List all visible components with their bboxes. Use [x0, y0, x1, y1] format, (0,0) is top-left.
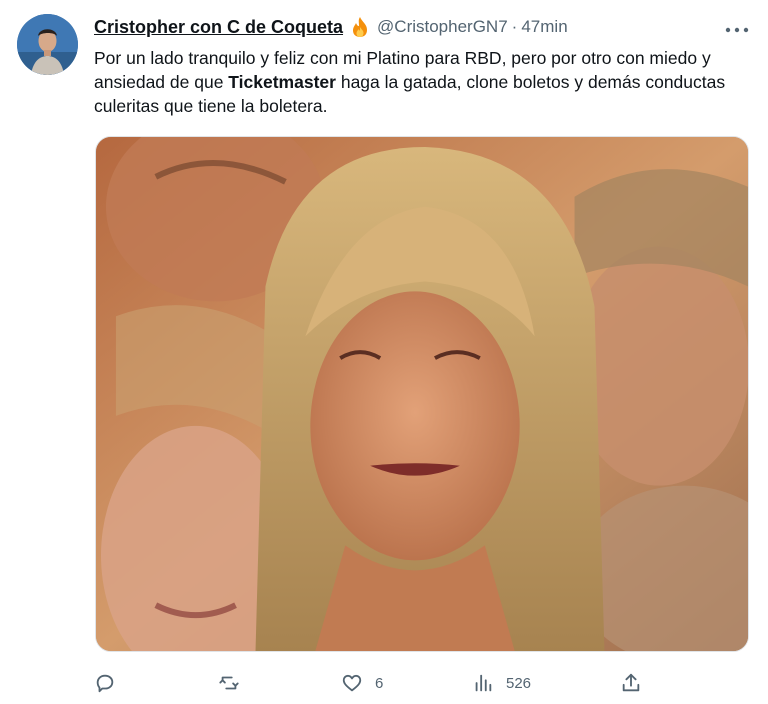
like-button[interactable]: 6 [341, 668, 383, 698]
fire-icon [349, 16, 371, 38]
tweet-image[interactable] [95, 136, 749, 652]
retweet-button[interactable] [218, 668, 252, 698]
share-icon [622, 673, 640, 692]
retweet-icon [219, 676, 239, 690]
views-icon [475, 674, 492, 692]
share-button[interactable] [620, 668, 642, 698]
more-icon[interactable] [724, 22, 750, 33]
action-bar: 6 526 [94, 668, 654, 698]
tweet-text: Por un lado tranquilo y feliz con mi Pla… [94, 46, 744, 118]
views-count: 526 [506, 674, 532, 692]
reply-icon [96, 674, 114, 693]
tweet[interactable]: Cristopher con C de Coqueta @CristopherG… [0, 0, 768, 704]
heart-icon [342, 674, 362, 692]
display-name[interactable]: Cristopher con C de Coqueta [94, 17, 343, 38]
handle[interactable]: @CristopherGN7 [377, 17, 508, 37]
avatar[interactable] [17, 14, 78, 75]
like-count: 6 [375, 674, 384, 692]
separator-dot: · [511, 17, 518, 36]
views-button[interactable]: 526 [472, 668, 531, 698]
tweet-text-bold: Ticketmaster [228, 72, 336, 92]
reply-button[interactable] [94, 668, 128, 698]
timestamp[interactable]: 47min [521, 17, 567, 37]
